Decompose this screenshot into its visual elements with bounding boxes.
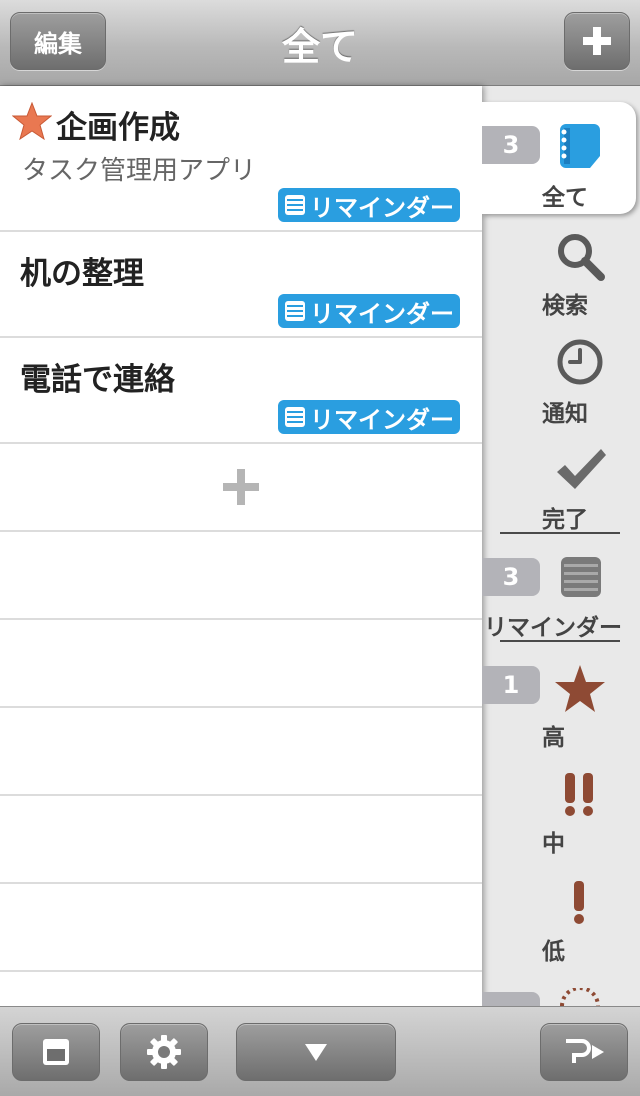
star-icon	[12, 102, 52, 140]
divider	[500, 532, 620, 534]
sidebar-item-search[interactable]: 検索	[542, 286, 622, 320]
empty-row	[0, 532, 482, 620]
task-title: 電話で連絡	[20, 362, 175, 398]
list-icon	[285, 301, 305, 321]
sort-dropdown-button[interactable]	[236, 1023, 396, 1081]
page-title: 全て	[281, 24, 358, 69]
list-tag: リマインダー	[278, 294, 460, 328]
edit-button[interactable]: 編集	[10, 12, 106, 70]
filter-sidebar: 3 全て 検索 通知 完了 3 リマインダー 1 高 中 低	[482, 86, 640, 1006]
down-triangle-icon	[305, 1044, 327, 1061]
double-exclamation-icon[interactable]	[564, 772, 594, 816]
task-row[interactable]: 電話で連絡 リマインダー	[0, 338, 482, 444]
star-icon[interactable]	[554, 664, 606, 714]
add-task-button[interactable]	[564, 12, 630, 70]
navigation-bar: 編集 全て	[0, 0, 640, 86]
task-title: 企画作成	[56, 110, 180, 146]
count-badge: 3	[482, 558, 540, 596]
sidebar-item-label: 全て	[542, 185, 588, 211]
count-badge: 3	[482, 126, 540, 164]
sidebar-item-low[interactable]: 低	[542, 932, 622, 966]
add-task-row[interactable]	[0, 444, 482, 532]
plus-icon	[583, 27, 611, 55]
gear-icon	[147, 1035, 181, 1069]
checkmark-icon[interactable]	[554, 446, 608, 492]
sidebar-item-high[interactable]: 高	[542, 718, 622, 752]
task-row[interactable]: 企画作成 タスク管理用アプリ リマインダー	[0, 86, 482, 232]
sidebar-item-notify[interactable]: 通知	[542, 394, 622, 428]
task-title: 机の整理	[20, 256, 144, 292]
forward-button[interactable]	[540, 1023, 628, 1081]
plus-icon	[223, 469, 259, 505]
empty-row	[0, 884, 482, 972]
tag-label: リマインダー	[310, 193, 454, 222]
empty-row	[0, 972, 482, 1006]
sidebar-item-reminder[interactable]: リマインダー	[484, 608, 640, 642]
dotted-circle-icon[interactable]	[558, 988, 602, 1006]
calendar-icon	[43, 1039, 69, 1065]
task-note: タスク管理用アプリ	[22, 156, 257, 186]
divider	[500, 640, 620, 642]
list-tag: リマインダー	[278, 400, 460, 434]
count-badge	[482, 992, 540, 1006]
share-forward-icon	[566, 1039, 604, 1063]
calendar-button[interactable]	[12, 1023, 100, 1081]
exclamation-icon[interactable]	[572, 880, 586, 924]
list-tag: リマインダー	[278, 188, 460, 222]
count-badge: 1	[482, 666, 540, 704]
task-row[interactable]: 机の整理 リマインダー	[0, 232, 482, 338]
notebook-icon	[560, 124, 600, 168]
list-icon	[285, 407, 305, 427]
search-icon[interactable]	[554, 230, 606, 282]
list-stack-icon[interactable]	[560, 556, 602, 598]
tag-label: リマインダー	[310, 299, 454, 328]
task-list: 企画作成 タスク管理用アプリ リマインダー 机の整理 リマインダー 電話で連絡	[0, 86, 482, 1006]
empty-row	[0, 796, 482, 884]
bottom-toolbar	[0, 1006, 640, 1096]
settings-button[interactable]	[120, 1023, 208, 1081]
sidebar-item-medium[interactable]: 中	[542, 824, 622, 858]
sidebar-item-done[interactable]: 完了	[542, 500, 622, 534]
list-icon	[285, 195, 305, 215]
empty-row	[0, 708, 482, 796]
clock-icon[interactable]	[556, 338, 604, 386]
empty-row	[0, 620, 482, 708]
tag-label: リマインダー	[310, 405, 454, 434]
